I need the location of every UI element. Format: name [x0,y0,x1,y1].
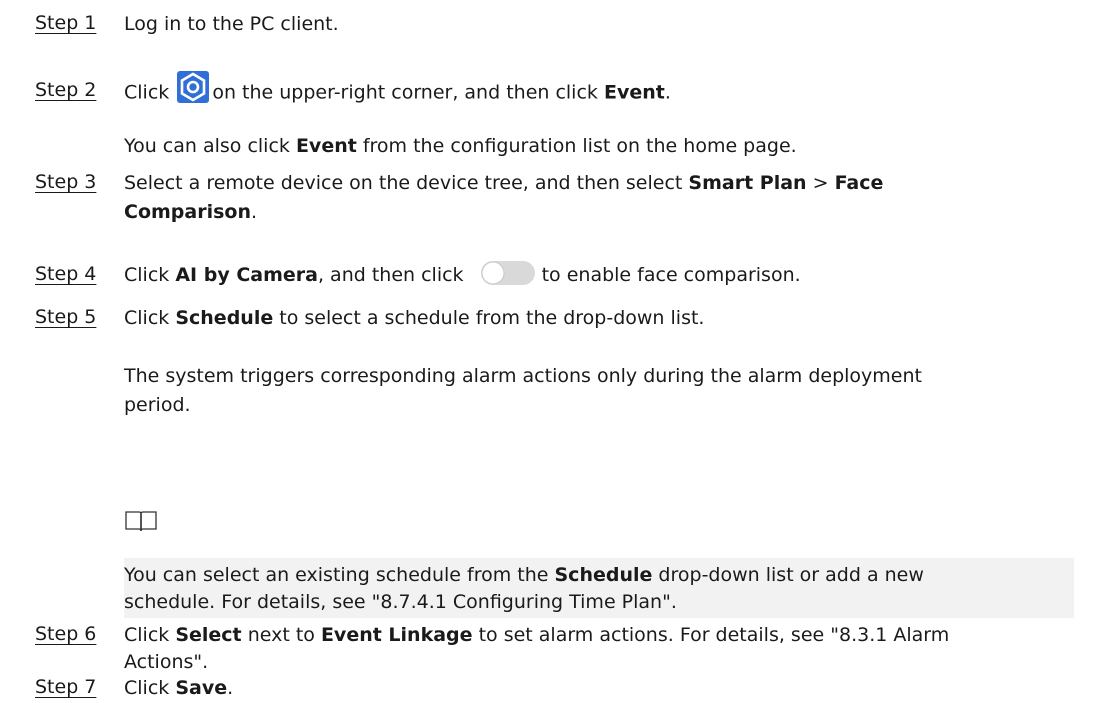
gear-icon [177,71,210,103]
step-2-sub-bold: Event [295,135,357,157]
step-5-sub-line2: period. [124,394,191,416]
step-5-sub-line1: The system triggers corresponding alarm … [124,365,922,387]
step-3-bold-smart-plan: Smart Plan [688,172,807,194]
step-6-label: Step 6 [35,623,97,645]
step-7-pre: Click [124,677,170,699]
toggle-icon [480,260,536,286]
step-4-label: Step 4 [35,263,97,285]
step-3-bold-comparison: Comparison [124,201,251,223]
step-2-pre: Click [124,81,170,104]
step-6-pre: Click [124,624,170,646]
step-5-text: Click Schedule to select a schedule from… [124,304,704,333]
step-2-sub-pre: You can also click [124,135,290,157]
note-pre: You can select an existing schedule from… [124,564,549,586]
step-3-end: . [251,201,258,223]
note-post: drop-down list or add a new [652,564,924,586]
step-2-sub-post: from the configuration list on the home … [356,135,797,157]
step-7-end: . [227,677,234,699]
note-line-2: schedule. For details, see "8.7.4.1 Conf… [124,591,677,613]
step-2-text: Click on the upper-right corner, and the… [124,71,671,109]
step-3-pre: Select a remote device on the device tre… [124,172,683,194]
step-2-subtext: You can also click Event from the config… [124,132,797,161]
step-4-text: Click AI by Camera, and then click to en… [124,260,801,290]
step-4-pre: Click [124,264,170,286]
step-6-bold-event-linkage: Event Linkage [320,624,473,646]
step-7-bold: Save [175,677,228,699]
note-box: You can select an existing schedule from… [124,558,1074,618]
step-7-label: Step 7 [35,676,97,698]
step-6-post: to set alarm actions. For details, see "… [478,624,950,646]
step-5-bold: Schedule [175,307,274,329]
step-6-mid: next to [241,624,315,646]
step-5-label: Step 5 [35,306,97,328]
step-1-text: Log in to the PC client. [124,13,339,35]
step-4-bold: AI by Camera [175,264,318,286]
step-5-pre: Click [124,307,170,329]
step-2-end: . [664,81,671,104]
step-4-mid: , and then click [317,264,464,286]
note-line-1: You can select an existing schedule from… [124,558,1074,589]
step-4-post: to enable face comparison. [541,264,801,286]
step-1-label: Step 1 [35,12,97,34]
step-3-bold-face: Face [834,172,884,194]
page: { "steps": [ {"label": "Step 1", "text":… [0,0,1109,699]
step-5-post: to select a schedule from the drop-down … [273,307,705,329]
step-6-bold-select: Select [175,624,242,646]
book-icon [124,509,158,533]
step-3-label: Step 3 [35,171,97,193]
step-3-text: Select a remote device on the device tre… [124,169,883,198]
note-bold: Schedule [554,564,653,586]
step-6-text: Click Select next to Event Linkage to se… [124,621,949,650]
step-3-text-line2: Comparison. [124,198,257,227]
step-2-label: Step 2 [35,79,97,101]
step-2-post: on the upper-right corner, and then clic… [212,81,598,104]
step-7-text: Click Save. [124,674,233,703]
step-6-text-line2: Actions". [124,651,209,673]
step-3-separator: > [806,172,835,194]
step-2-bold: Event [603,81,665,104]
